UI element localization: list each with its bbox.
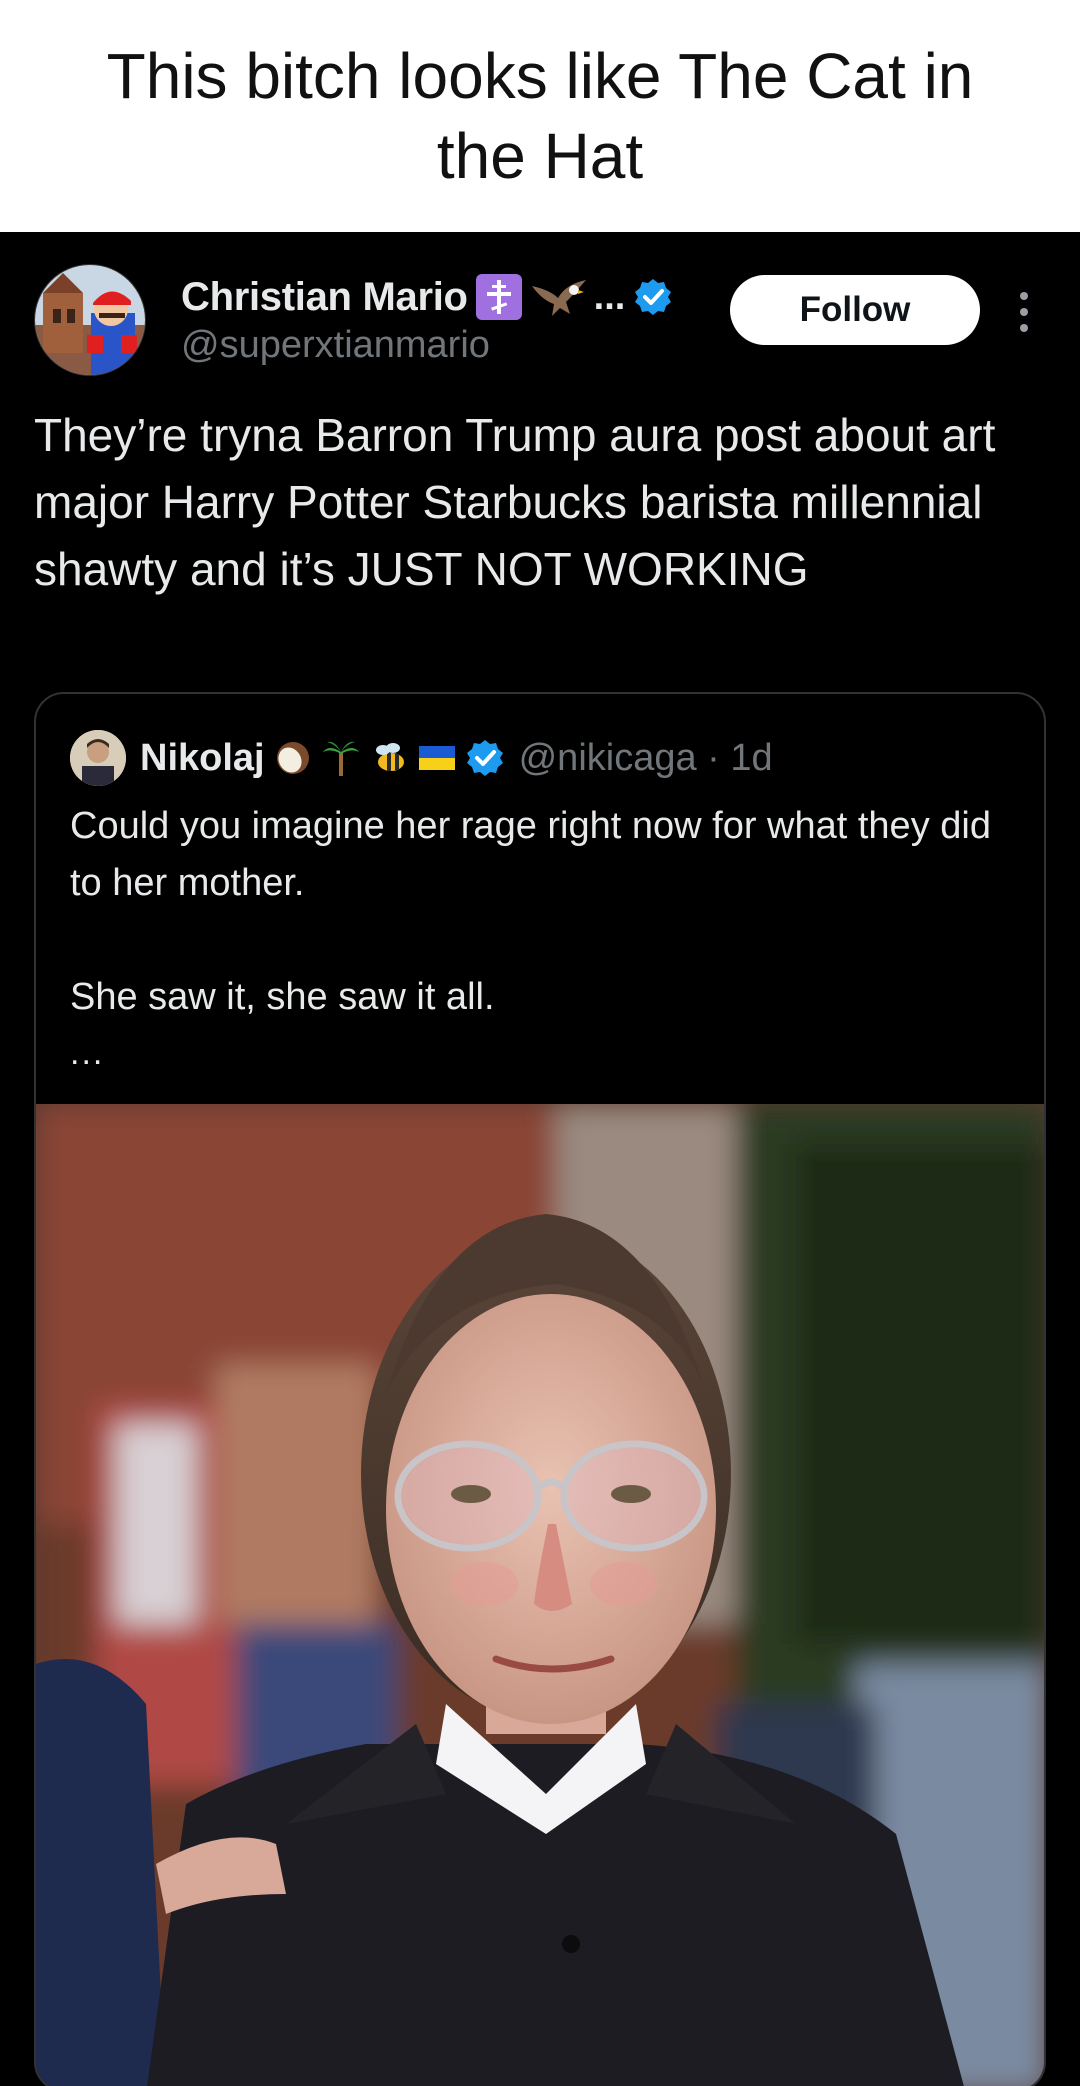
quoted-tweet[interactable]: Nikolaj @nikicaga · 1d Could you imagine… xyxy=(34,692,1046,2086)
quoted-author-avatar[interactable] xyxy=(70,730,126,786)
crying-woman-photo[interactable] xyxy=(36,1104,1044,2086)
name-truncation: ... xyxy=(593,275,626,318)
quoted-more-indicator[interactable]: ... xyxy=(70,1034,104,1073)
quoted-tweet-text: Could you imagine her rage right now for… xyxy=(70,805,991,1018)
quoted-handle-time[interactable]: @nikicaga · 1d xyxy=(519,737,773,780)
author-display-name[interactable]: Christian Mario xyxy=(181,275,468,320)
tweet-card[interactable]: Christian Mario ... @superxtianmario Fol… xyxy=(0,232,1080,2086)
coconut-icon xyxy=(276,742,309,774)
verified-badge-icon xyxy=(635,279,672,315)
orthodox-cross-icon xyxy=(475,274,522,320)
caption-text: This bitch looks like The Cat in the Hat xyxy=(106,40,974,192)
author-handle[interactable]: @superxtianmario xyxy=(181,324,490,367)
ukraine-flag-icon xyxy=(418,746,455,770)
quoted-display-name[interactable]: Nikolaj xyxy=(140,737,265,780)
palm-tree-icon xyxy=(322,741,359,776)
tweet-text: They’re tryna Barron Trump aura post abo… xyxy=(34,409,1009,595)
eagle-icon xyxy=(531,280,586,316)
bee-icon xyxy=(375,743,404,771)
quoted-tweet-header[interactable]: Nikolaj @nikicaga · 1d xyxy=(70,730,773,786)
meme-caption: This bitch looks like The Cat in the Hat xyxy=(0,0,1080,232)
follow-button[interactable]: Follow xyxy=(730,275,980,345)
more-options-icon[interactable] xyxy=(1012,288,1036,336)
author-avatar[interactable] xyxy=(34,264,146,376)
author-name-row[interactable]: Christian Mario ... xyxy=(181,272,673,322)
verified-badge-icon xyxy=(466,740,503,776)
